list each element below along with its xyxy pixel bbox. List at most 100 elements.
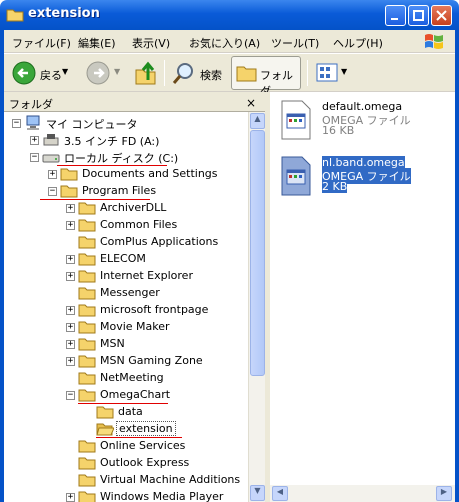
- tree-item-label: MSN Gaming Zone: [100, 354, 203, 367]
- tree-item[interactable]: Online Services: [4, 438, 248, 455]
- tree-item[interactable]: + ELECOM: [4, 251, 248, 268]
- expand-icon[interactable]: +: [66, 221, 75, 230]
- views-icon: [316, 63, 338, 82]
- open-folder-icon: [96, 423, 114, 436]
- tree-item[interactable]: + microsoft frontpage: [4, 302, 248, 319]
- tree-item-label: Documents and Settings: [82, 167, 218, 180]
- search-button[interactable]: 検索: [170, 58, 228, 88]
- tree-item-label: ComPlus Applications: [100, 235, 219, 248]
- tree-item[interactable]: + Windows Media Player: [4, 489, 248, 502]
- folder-icon: [78, 253, 96, 266]
- scroll-left-icon[interactable]: ◀: [272, 486, 288, 501]
- expand-icon[interactable]: +: [66, 357, 75, 366]
- expand-icon[interactable]: +: [66, 204, 75, 213]
- forward-arrow-icon: [86, 61, 110, 85]
- menu-favorites[interactable]: お気に入り(A): [189, 35, 260, 51]
- maximize-button[interactable]: [408, 5, 429, 26]
- tree-item[interactable]: + Internet Explorer: [4, 268, 248, 285]
- expand-icon[interactable]: +: [66, 323, 75, 332]
- expand-icon[interactable]: +: [66, 493, 75, 502]
- folder-icon: [60, 168, 78, 181]
- tree-item[interactable]: − マイ コンピュータ: [4, 115, 248, 132]
- minimize-icon: [391, 18, 398, 20]
- tree-item[interactable]: + MSN Gaming Zone: [4, 353, 248, 370]
- collapse-icon[interactable]: −: [30, 153, 39, 162]
- omega-file-icon: [281, 100, 311, 140]
- expand-icon[interactable]: +: [66, 272, 75, 281]
- expand-icon[interactable]: +: [30, 136, 39, 145]
- file-list-horizontal-scrollbar[interactable]: ◀ ▶: [270, 485, 455, 502]
- tree-item-label: Windows Media Player: [100, 490, 224, 502]
- menu-tools[interactable]: ツール(T): [271, 35, 319, 51]
- tree-item-label: ローカル ディスク (C:): [64, 152, 179, 165]
- folder-pane-close-icon[interactable]: ×: [246, 96, 256, 110]
- scroll-up-icon[interactable]: ▲: [250, 113, 265, 129]
- search-label: 検索: [200, 69, 222, 82]
- file-size: 16 KB: [322, 124, 355, 137]
- tree-item-label: Common Files: [100, 218, 178, 231]
- folders-icon: [236, 66, 257, 82]
- tree-vertical-scrollbar[interactable]: ▲ ▼: [248, 112, 265, 502]
- expand-icon[interactable]: +: [66, 340, 75, 349]
- scroll-right-icon[interactable]: ▶: [436, 486, 452, 501]
- tree-item[interactable]: Virtual Machine Additions: [4, 472, 248, 489]
- menu-edit[interactable]: 編集(E): [78, 35, 116, 51]
- folders-button[interactable]: フォルダ: [231, 56, 301, 98]
- title-bar[interactable]: extension: [0, 0, 459, 30]
- tree-item[interactable]: data: [4, 404, 248, 421]
- back-dropdown-icon[interactable]: ▼: [62, 67, 68, 76]
- views-button[interactable]: ▼: [314, 58, 350, 88]
- collapse-icon[interactable]: −: [48, 187, 57, 196]
- folder-icon: [78, 474, 96, 487]
- tree-item[interactable]: ComPlus Applications: [4, 234, 248, 251]
- scroll-thumb[interactable]: [250, 130, 265, 376]
- folder-icon: [78, 355, 96, 368]
- expand-icon[interactable]: +: [48, 170, 57, 179]
- scroll-down-icon[interactable]: ▼: [250, 485, 265, 501]
- tree-item[interactable]: Messenger: [4, 285, 248, 302]
- hard-disk-icon: [42, 154, 60, 163]
- expand-icon[interactable]: +: [66, 306, 75, 315]
- tree-item[interactable]: + Common Files: [4, 217, 248, 234]
- tree-item[interactable]: +3.5 インチ FD (A:): [4, 132, 248, 149]
- up-folder-icon[interactable]: [134, 60, 158, 86]
- folder-icon: [78, 372, 96, 385]
- menu-file[interactable]: ファイル(F): [12, 35, 71, 51]
- tree-item[interactable]: Outlook Express: [4, 455, 248, 472]
- collapse-icon[interactable]: −: [66, 391, 75, 400]
- omega-file-icon: [281, 156, 311, 196]
- file-item-selected[interactable]: nl.band.omega OMEGA ファイル 2 KB: [278, 156, 453, 200]
- tree-item[interactable]: + ArchiverDLL: [4, 200, 248, 217]
- tree-item[interactable]: − ローカル ディスク (C:): [4, 149, 248, 166]
- forward-dropdown-icon[interactable]: ▼: [114, 67, 120, 76]
- expand-icon[interactable]: +: [66, 255, 75, 264]
- annotation-underline: [57, 165, 167, 166]
- search-icon: [172, 63, 193, 84]
- annotation-underline: [96, 437, 182, 438]
- views-dropdown-icon[interactable]: ▼: [341, 67, 347, 76]
- toolbar: 戻る ▼ ▼ 検索 フォルダ ▼: [4, 54, 455, 98]
- tree-item-label: Virtual Machine Additions: [100, 473, 241, 486]
- folder-icon: [78, 321, 96, 334]
- tree-item[interactable]: + MSN: [4, 336, 248, 353]
- minimize-button[interactable]: [385, 5, 406, 26]
- close-button[interactable]: [431, 5, 452, 26]
- window-frame-right: [455, 30, 459, 502]
- folder-pane-title: フォルダ: [9, 98, 53, 111]
- menu-view[interactable]: 表示(V): [132, 35, 170, 51]
- tree-item[interactable]: − Program Files: [4, 183, 248, 200]
- back-arrow-icon: [12, 61, 36, 85]
- collapse-icon[interactable]: −: [12, 119, 21, 128]
- tree-item[interactable]: NetMeeting: [4, 370, 248, 387]
- tree-item[interactable]: − OmegaChart: [4, 387, 248, 404]
- tree-item[interactable]: + Documents and Settings: [4, 166, 248, 183]
- file-item[interactable]: default.omega OMEGA ファイル 16 KB: [278, 100, 453, 144]
- back-button[interactable]: 戻る ▼: [10, 58, 72, 88]
- forward-button[interactable]: ▼: [84, 58, 128, 88]
- windows-logo-icon: [425, 34, 443, 49]
- folder-icon: [78, 389, 96, 402]
- menu-help[interactable]: ヘルプ(H): [333, 35, 383, 51]
- tree-item[interactable]: + Movie Maker: [4, 319, 248, 336]
- tree-item[interactable]: extension: [4, 421, 248, 438]
- tree-item-label: Program Files: [82, 184, 157, 197]
